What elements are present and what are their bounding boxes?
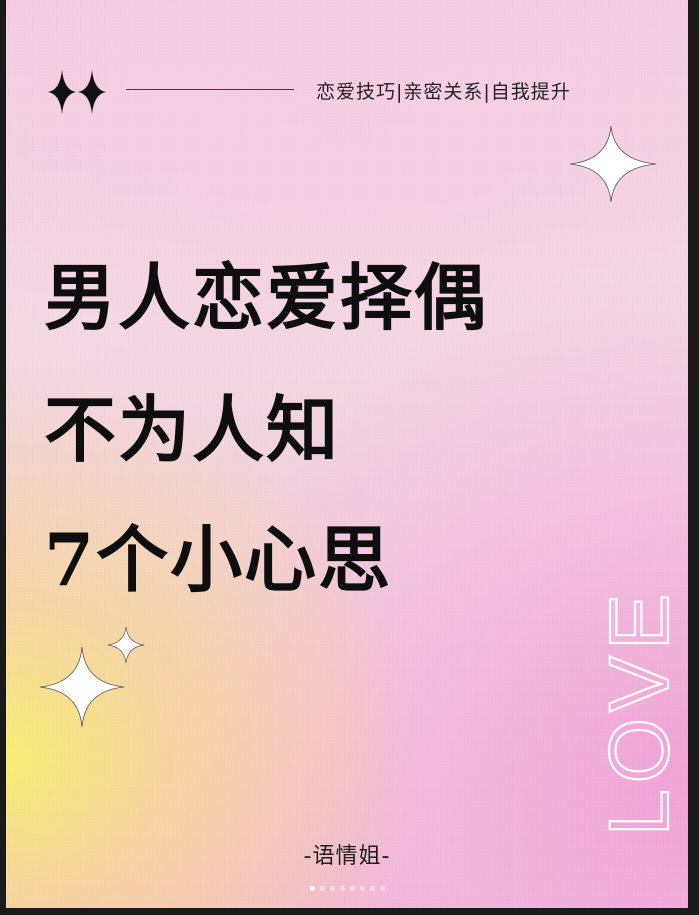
love-watermark: LOVE: [591, 587, 680, 837]
title-line-2: 不为人知: [44, 387, 341, 472]
pagination-dot[interactable]: [309, 886, 315, 891]
pagination-dot[interactable]: [369, 886, 375, 891]
viewer-frame: 恋爱技巧|亲密关系|自我提升 男人恋爱择偶 不为人知 7个小心思 LOVE -语…: [0, 0, 699, 915]
title-line-3: 7个小心思: [44, 517, 393, 602]
love-text: LOVE: [592, 588, 680, 836]
pagination-dot[interactable]: [329, 886, 335, 891]
post-card: 恋爱技巧|亲密关系|自我提升 男人恋爱择偶 不为人知 7个小心思 LOVE -语…: [6, 0, 688, 908]
pagination-dot[interactable]: [379, 886, 385, 891]
author-signature: -语情姐-: [303, 844, 391, 869]
sparkle-icon: [569, 125, 657, 203]
pagination-dots[interactable]: [6, 886, 688, 891]
pagination-dot[interactable]: [319, 886, 325, 891]
category-tagline: 恋爱技巧|亲密关系|自我提升: [316, 81, 571, 103]
title-line-1: 男人恋爱择偶: [44, 255, 489, 340]
pagination-dot[interactable]: [349, 886, 355, 891]
double-sparkle-icon: [48, 70, 106, 114]
sparkle-cluster-icon: [39, 626, 145, 728]
header-divider: [126, 89, 294, 90]
pagination-dot[interactable]: [359, 886, 365, 891]
pagination-dot[interactable]: [339, 886, 345, 891]
